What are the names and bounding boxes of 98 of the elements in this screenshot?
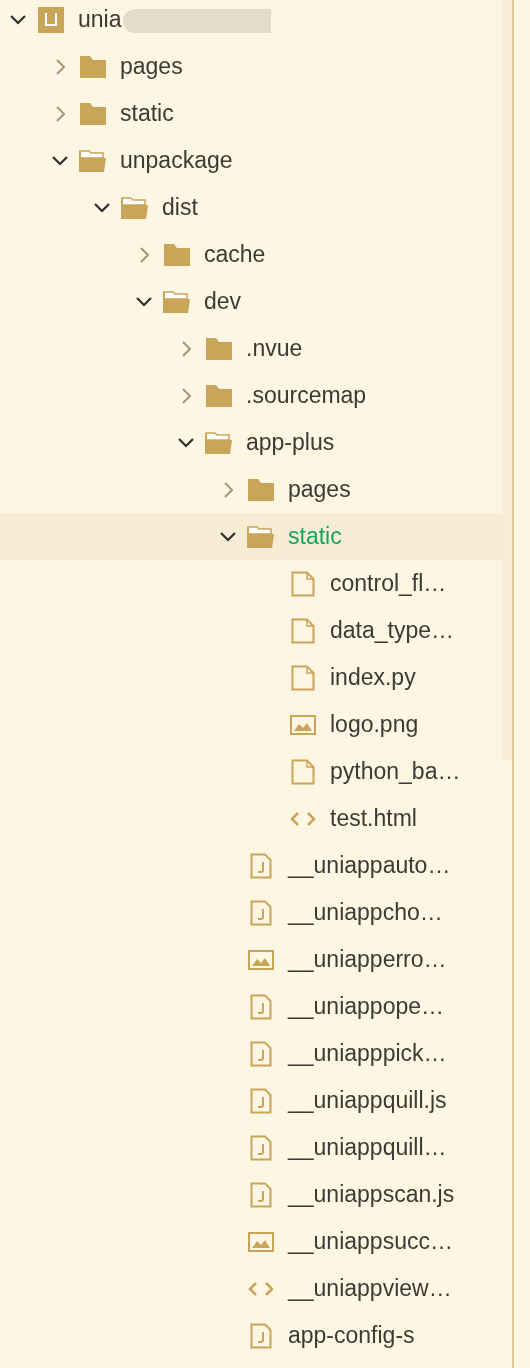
item-name: dev bbox=[204, 287, 242, 317]
open-folder-icon bbox=[79, 148, 107, 173]
item-name: python_ba… bbox=[330, 757, 461, 787]
tree-row[interactable]: static bbox=[0, 90, 502, 137]
item-name: static bbox=[120, 99, 174, 129]
tree-row[interactable]: dev bbox=[0, 278, 502, 325]
item-name: __uniappquill.js bbox=[288, 1086, 447, 1116]
item-name: dist bbox=[162, 193, 198, 223]
image-file-icon bbox=[290, 714, 316, 735]
script-file-icon bbox=[250, 1087, 272, 1114]
script-file-icon bbox=[250, 1322, 272, 1349]
item-name: index.py bbox=[330, 663, 416, 693]
image-file-icon bbox=[248, 1231, 274, 1252]
chevron-down-icon[interactable] bbox=[219, 531, 237, 542]
item-name: control_fl… bbox=[330, 569, 447, 599]
file-icon bbox=[291, 758, 315, 785]
item-name: unpackage bbox=[120, 146, 233, 176]
tree-row[interactable]: __uniappview… bbox=[0, 1265, 502, 1312]
item-name: __uniappquill… bbox=[288, 1133, 447, 1163]
item-name: pages bbox=[288, 475, 351, 505]
item-name: __uniappsucc… bbox=[288, 1227, 453, 1257]
item-name: __uniappauto… bbox=[288, 851, 451, 881]
item-name: __uniapppick… bbox=[288, 1039, 447, 1069]
file-icon bbox=[291, 617, 315, 644]
tree-row[interactable]: control_fl… bbox=[0, 560, 502, 607]
tree-row[interactable]: logo.png bbox=[0, 701, 502, 748]
folder-icon bbox=[206, 384, 232, 407]
tree-row[interactable]: __uniapppick… bbox=[0, 1030, 502, 1077]
tree-row[interactable]: .nvue bbox=[0, 325, 502, 372]
item-name: data_type… bbox=[330, 616, 455, 646]
script-file-icon bbox=[250, 852, 272, 879]
tree-row[interactable]: __uniappcho… bbox=[0, 889, 502, 936]
chevron-down-icon[interactable] bbox=[135, 296, 153, 307]
folder-icon bbox=[80, 102, 106, 125]
script-file-icon bbox=[250, 993, 272, 1020]
tree-row[interactable]: cache bbox=[0, 231, 502, 278]
tree-row[interactable]: app-config-s bbox=[0, 1312, 502, 1359]
tree-row[interactable]: unia bbox=[0, 0, 502, 43]
item-name: app-config-s bbox=[288, 1321, 415, 1351]
chevron-down-icon[interactable] bbox=[51, 155, 69, 166]
open-folder-icon bbox=[205, 430, 233, 455]
tree-row[interactable]: dist bbox=[0, 184, 502, 231]
open-folder-icon bbox=[121, 195, 149, 220]
tree-row[interactable]: __uniappauto… bbox=[0, 842, 502, 889]
code-icon bbox=[290, 810, 316, 827]
tree-row[interactable]: data_type… bbox=[0, 607, 502, 654]
item-name: test.html bbox=[330, 804, 417, 834]
item-name: app-plus bbox=[246, 428, 335, 458]
item-name: __uniapperro… bbox=[288, 945, 447, 975]
folder-icon bbox=[248, 478, 274, 501]
item-name: __uniappview… bbox=[288, 1274, 452, 1304]
chevron-right-icon[interactable] bbox=[222, 480, 234, 499]
tree-row[interactable]: index.py bbox=[0, 654, 502, 701]
tree-row[interactable]: __uniappsucc… bbox=[0, 1218, 502, 1265]
open-folder-icon bbox=[247, 524, 275, 549]
script-file-icon bbox=[250, 1040, 272, 1067]
chevron-right-icon[interactable] bbox=[180, 339, 192, 358]
file-icon bbox=[291, 664, 315, 691]
chevron-down-icon[interactable] bbox=[177, 437, 195, 448]
item-name: .sourcemap bbox=[246, 381, 367, 411]
item-name: unia bbox=[78, 5, 122, 35]
item-name: __uniappscan.js bbox=[288, 1180, 455, 1210]
tree-row[interactable]: pages bbox=[0, 466, 502, 513]
tree-row[interactable]: __uniappquill.js bbox=[0, 1077, 502, 1124]
item-name: static bbox=[288, 522, 342, 552]
folder-icon bbox=[164, 243, 190, 266]
tree-row[interactable]: __uniappquill… bbox=[0, 1124, 502, 1171]
tree-row[interactable]: __uniappope… bbox=[0, 983, 502, 1030]
file-icon bbox=[291, 570, 315, 597]
chevron-right-icon[interactable] bbox=[54, 104, 66, 123]
script-file-icon bbox=[250, 899, 272, 926]
item-name: __uniappope… bbox=[288, 992, 445, 1022]
tree-row[interactable]: __uniappscan.js bbox=[0, 1171, 502, 1218]
tree-row[interactable]: python_ba… bbox=[0, 748, 502, 795]
tree-row[interactable]: pages bbox=[0, 43, 502, 90]
item-name: cache bbox=[204, 240, 266, 270]
chevron-right-icon[interactable] bbox=[54, 57, 66, 76]
folder-icon bbox=[206, 337, 232, 360]
tree-row[interactable]: test.html bbox=[0, 795, 502, 842]
item-name: __uniappcho… bbox=[288, 898, 443, 928]
item-name: .nvue bbox=[246, 334, 303, 364]
script-file-icon bbox=[250, 1181, 272, 1208]
tree-row[interactable]: app-plus bbox=[0, 419, 502, 466]
folder-icon bbox=[80, 55, 106, 78]
item-name: logo.png bbox=[330, 710, 419, 740]
project-icon bbox=[38, 6, 64, 33]
tree-row[interactable]: unpackage bbox=[0, 137, 502, 184]
open-folder-icon bbox=[163, 289, 191, 314]
item-name: pages bbox=[120, 52, 183, 82]
image-file-icon bbox=[248, 949, 274, 970]
tree-row[interactable]: __uniapperro… bbox=[0, 936, 502, 983]
chevron-right-icon[interactable] bbox=[180, 386, 192, 405]
chevron-down-icon[interactable] bbox=[9, 14, 27, 25]
chevron-down-icon[interactable] bbox=[93, 202, 111, 213]
chevron-right-icon[interactable] bbox=[138, 245, 150, 264]
code-icon bbox=[248, 1280, 274, 1297]
script-file-icon bbox=[250, 1134, 272, 1161]
tree-row[interactable]: .sourcemap bbox=[0, 372, 502, 419]
